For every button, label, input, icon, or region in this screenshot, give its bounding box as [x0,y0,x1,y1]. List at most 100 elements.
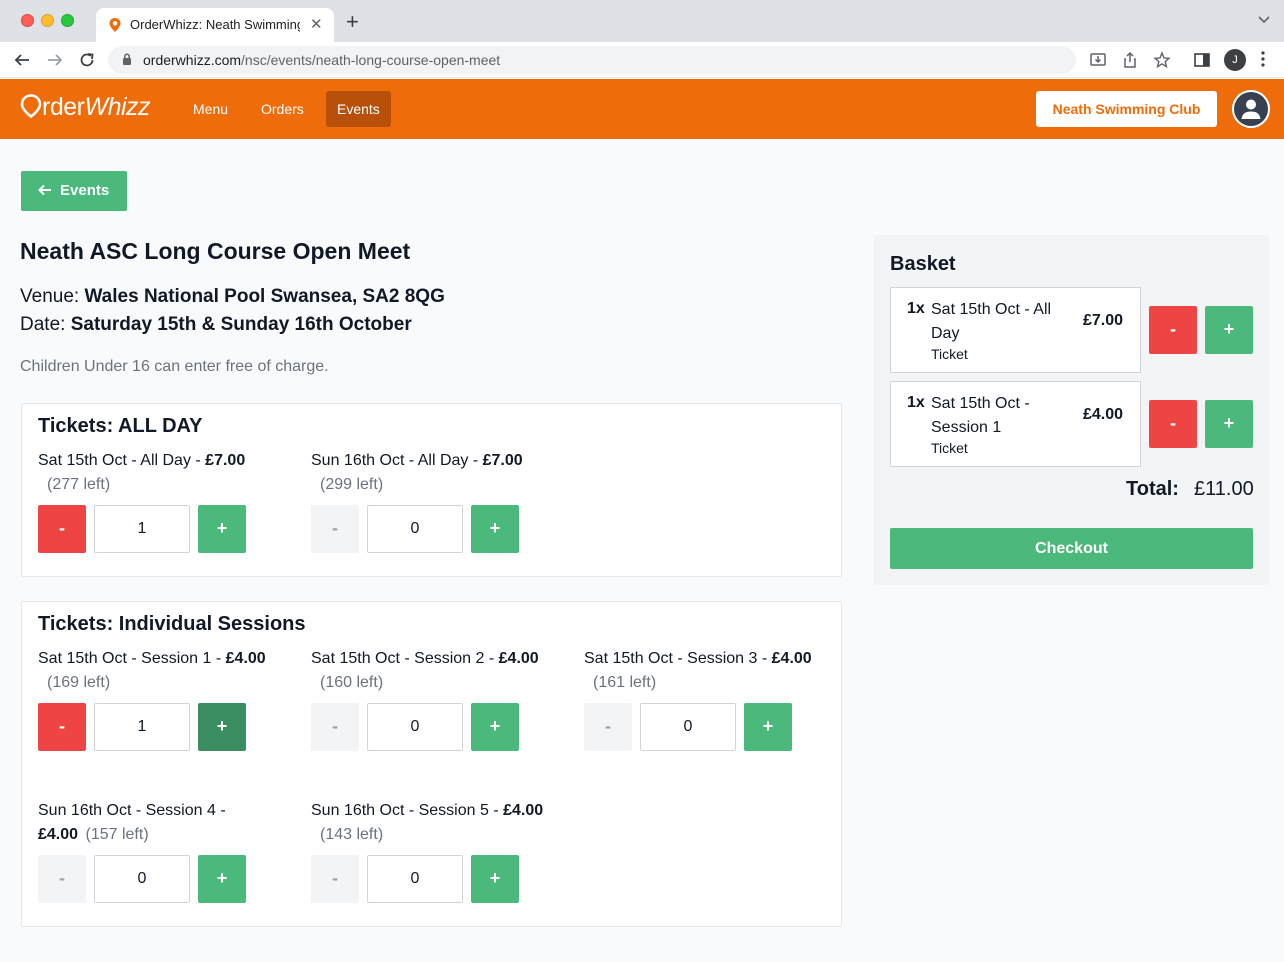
increase-button[interactable]: + [198,703,246,751]
quantity-input[interactable]: 0 [640,703,736,751]
page-title: Neath ASC Long Course Open Meet [20,238,411,264]
user-icon [1232,90,1270,128]
side-panel-icon[interactable] [1193,51,1211,69]
ticket-item: Sat 15th Oct - All Day - £7.00 (277 left… [38,449,288,497]
basket-decrease-button[interactable]: - [1149,400,1197,448]
more-menu-icon[interactable] [1261,51,1265,67]
total-label: Total: [1126,478,1179,500]
close-window-button[interactable] [21,14,34,27]
ticket-name: Sat 15th Oct - Session 2 - £4.00 [311,650,539,667]
logo-pin-icon [20,94,42,118]
basket-item-price: £7.00 [1082,312,1123,329]
basket-item-type: Ticket [931,346,968,362]
event-date: Date: Saturday 15th & Sunday 16th Octobe… [20,314,412,335]
forward-arrow-icon[interactable] [46,51,64,69]
tab-title: OrderWhizz: Neath Swimming Club [130,17,300,32]
panel-title: Tickets: Individual Sessions [38,613,306,635]
basket-item: 1x Sat 15th Oct - Session 1 Ticket £4.00 [890,381,1141,467]
bookmark-star-icon[interactable] [1153,51,1171,69]
ticket-remaining: (143 left) [320,826,384,843]
increase-button[interactable]: + [744,703,792,751]
quantity-input[interactable]: 0 [367,505,463,553]
user-account-button[interactable] [1232,90,1270,128]
ticket-remaining: (157 left) [85,826,149,843]
ticket-remaining: (161 left) [593,674,657,691]
decrease-button[interactable]: - [38,703,86,751]
decrease-button[interactable]: - [38,505,86,553]
arrow-left-icon [38,184,51,196]
quantity-input[interactable]: 1 [94,505,190,553]
basket-increase-button[interactable]: + [1205,306,1253,354]
ticket-item: Sat 15th Oct - Session 2 - £4.00 (160 le… [311,647,561,695]
share-icon[interactable] [1121,51,1139,69]
install-app-icon[interactable] [1089,51,1107,69]
club-button[interactable]: Neath Swimming Club [1036,91,1217,127]
reload-icon[interactable] [78,51,96,69]
quantity-input[interactable]: 0 [367,703,463,751]
decrease-button[interactable]: - [311,505,359,553]
ticket-item: Sun 16th Oct - All Day - £7.00 (299 left… [311,449,561,497]
event-venue: Venue: Wales National Pool Swansea, SA2 … [20,286,445,307]
ticket-remaining: (169 left) [47,674,111,691]
ticket-name: Sat 15th Oct - Session 3 - £4.00 [584,650,812,667]
increase-button[interactable]: + [471,505,519,553]
browser-tab[interactable]: OrderWhizz: Neath Swimming Club ✕ [96,8,334,42]
increase-button[interactable]: + [471,855,519,903]
quantity-input[interactable]: 0 [367,855,463,903]
nav-menu[interactable]: Menu [182,91,239,127]
session-tickets-panel: Tickets: Individual Sessions Sat 15th Oc… [21,601,842,927]
increase-button[interactable]: + [198,505,246,553]
basket-item-type: Ticket [931,440,968,456]
new-tab-icon[interactable]: + [346,11,359,33]
url-text: orderwhizz.com/nsc/events/neath-long-cou… [143,52,501,68]
ticket-item: Sun 16th Oct - Session 5 - £4.00 (143 le… [311,799,561,847]
basket-item-qty: 1x [907,300,925,317]
decrease-button[interactable]: - [38,855,86,903]
basket-item-price: £4.00 [1082,406,1123,423]
address-bar[interactable]: orderwhizz.com/nsc/events/neath-long-cou… [108,46,1076,74]
ticket-name: Sat 15th Oct - Session 1 - £4.00 [38,650,266,667]
nav-orders[interactable]: Orders [250,91,315,127]
browser-toolbar: orderwhizz.com/nsc/events/neath-long-cou… [0,42,1284,78]
back-button-label: Events [60,182,110,199]
decrease-button[interactable]: - [584,703,632,751]
ticket-remaining: (277 left) [47,476,111,493]
orderwhizz-logo[interactable]: rderWhizz [20,91,151,125]
browser-tab-bar: OrderWhizz: Neath Swimming Club ✕ + [0,0,1284,42]
basket-decrease-button[interactable]: - [1149,306,1197,354]
basket-item: 1x Sat 15th Oct - All Day Ticket £7.00 [890,287,1141,373]
panel-title: Tickets: ALL DAY [38,415,203,437]
close-tab-icon[interactable]: ✕ [310,15,323,33]
back-arrow-icon[interactable] [13,51,31,69]
profile-avatar[interactable]: J [1224,49,1246,71]
checkout-button[interactable]: Checkout [890,528,1253,569]
ticket-name: Sun 16th Oct - Session 4 - £4.00 (157 le… [38,802,226,843]
ticket-name: Sun 16th Oct - Session 5 - £4.00 [311,802,544,819]
total-value: £11.00 [1194,478,1254,500]
ticket-remaining: (160 left) [320,674,384,691]
nav-events[interactable]: Events [326,91,391,127]
basket-title: Basket [890,253,956,275]
basket-increase-button[interactable]: + [1205,400,1253,448]
lock-icon [123,53,131,65]
decrease-button[interactable]: - [311,855,359,903]
allday-tickets-panel: Tickets: ALL DAY Sat 15th Oct - All Day … [21,403,842,577]
decrease-button[interactable]: - [311,703,359,751]
app-header: rderWhizz Menu Orders Events Neath Swimm… [0,79,1284,139]
ticket-item: Sun 16th Oct - Session 4 - £4.00 (157 le… [38,799,253,847]
quantity-input[interactable]: 0 [94,855,190,903]
basket-panel: Basket 1x Sat 15th Oct - All Day Ticket … [874,235,1269,585]
quantity-input[interactable]: 1 [94,703,190,751]
chevron-down-icon[interactable] [1258,16,1270,24]
basket-item-name: Sat 15th Oct - Session 1 [931,395,1030,436]
back-to-events-button[interactable]: Events [21,171,127,211]
ticket-name: Sat 15th Oct - All Day - £7.00 [38,452,246,469]
ticket-remaining: (299 left) [320,476,384,493]
event-note: Children Under 16 can enter free of char… [20,358,329,375]
increase-button[interactable]: + [471,703,519,751]
ticket-name: Sun 16th Oct - All Day - £7.00 [311,452,523,469]
minimize-window-button[interactable] [41,14,54,27]
maximize-window-button[interactable] [61,14,74,27]
increase-button[interactable]: + [198,855,246,903]
map-pin-icon [109,18,121,32]
